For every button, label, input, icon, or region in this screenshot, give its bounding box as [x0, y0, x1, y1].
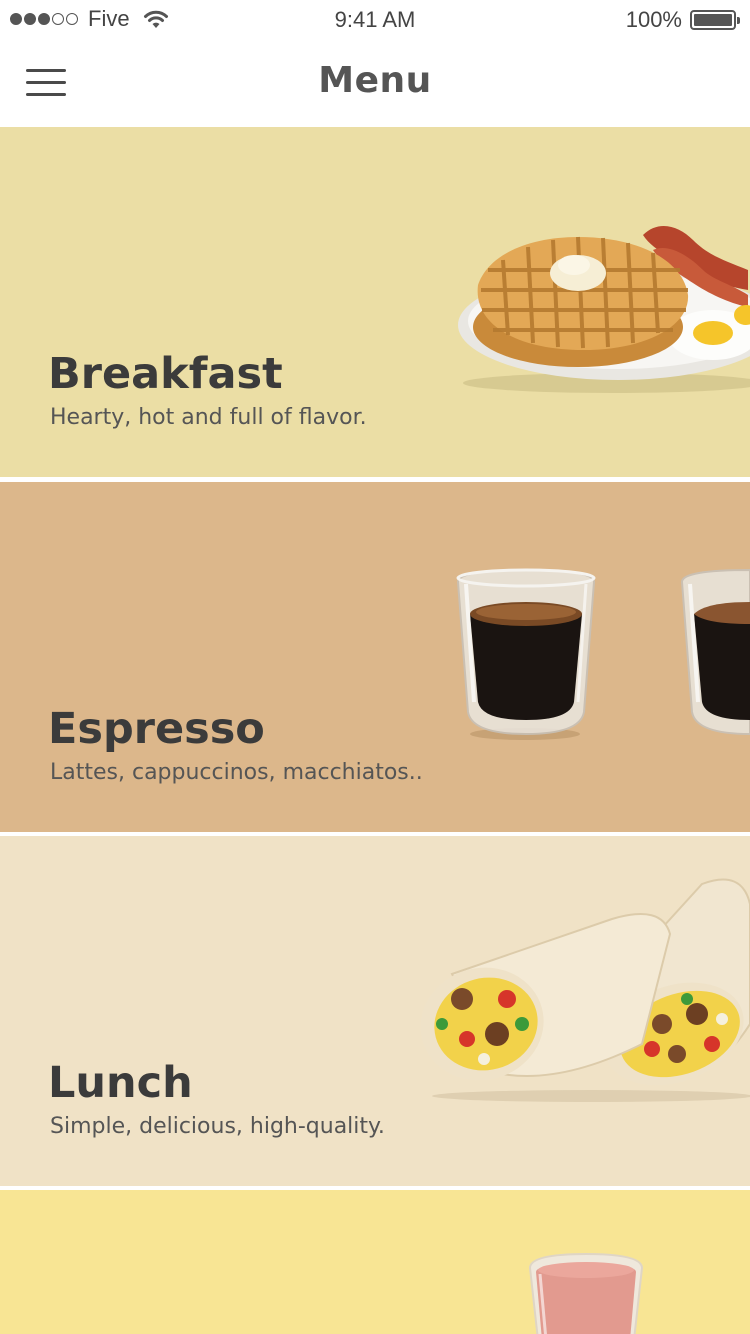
battery-percentage: 100% — [625, 7, 682, 32]
category-title: Breakfast — [48, 349, 283, 399]
burrito-image — [420, 878, 750, 1102]
espresso-glass-image — [456, 568, 596, 740]
menu-category-smoothies[interactable] — [0, 1190, 750, 1334]
category-subtitle: Simple, delicious, high-quality. — [50, 1114, 385, 1139]
menu-category-lunch[interactable]: Lunch Simple, delicious, high-quality. — [0, 836, 750, 1186]
waffle-plate-image — [458, 225, 750, 393]
category-subtitle: Lattes, cappuccinos, macchiatos.. — [50, 760, 423, 785]
menu-category-breakfast[interactable]: Breakfast Hearty, hot and full of flavor… — [0, 127, 750, 477]
navigation-bar: Menu — [0, 40, 750, 126]
battery-icon — [690, 10, 740, 30]
status-bar: Five 9:41 AM 100% — [0, 0, 750, 40]
menu-category-espresso[interactable]: Espresso Lattes, cappuccinos, macchiatos… — [0, 482, 750, 832]
espresso-glass-image-secondary — [680, 568, 750, 736]
category-title: Lunch — [48, 1058, 193, 1108]
category-subtitle: Hearty, hot and full of flavor. — [50, 405, 367, 430]
page-title: Menu — [318, 60, 432, 101]
category-title: Espresso — [48, 704, 265, 754]
smoothie-glass-image — [528, 1252, 644, 1334]
